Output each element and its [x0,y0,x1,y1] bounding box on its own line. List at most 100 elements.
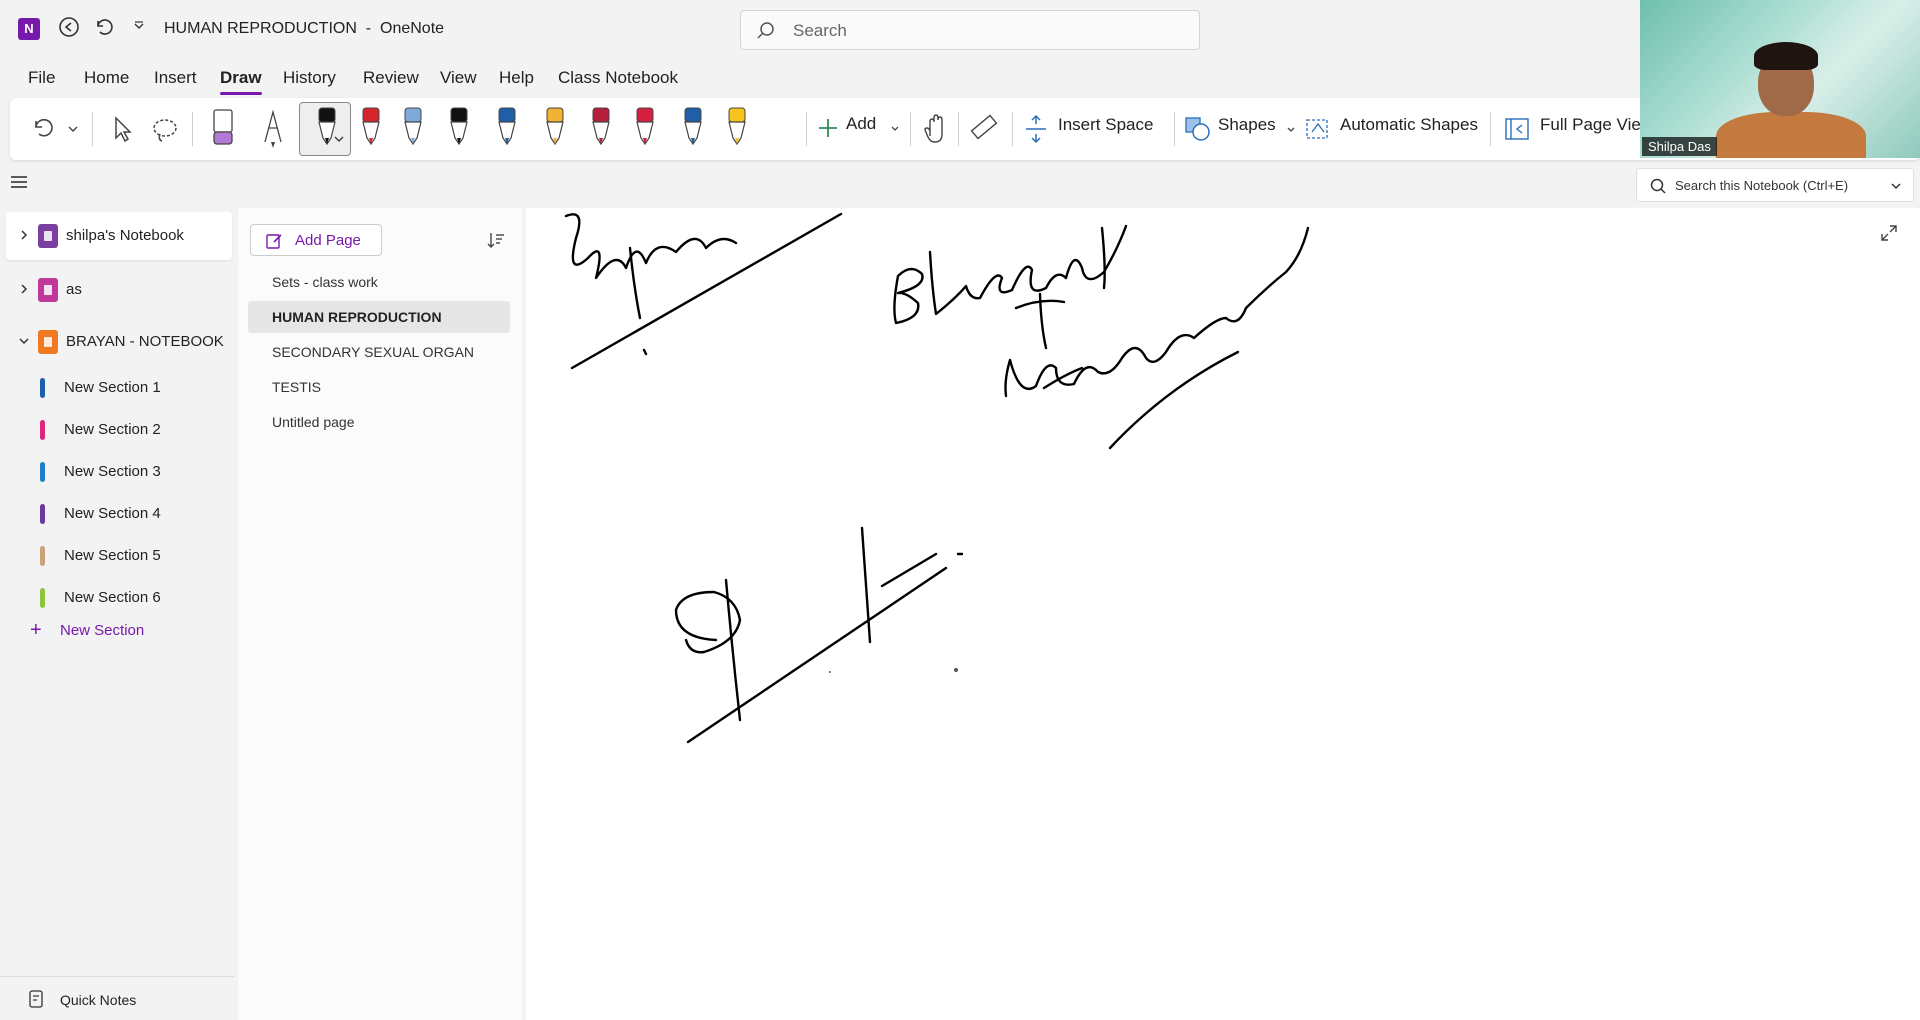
notebook-label: as [66,281,82,298]
chevron-down-icon[interactable] [333,132,345,144]
section-item-new-section-5[interactable]: New Section 5 [40,538,230,574]
ink-dot [954,668,958,672]
ruler-icon[interactable] [968,106,998,152]
participant-name-tag: Shilpa Das [1642,137,1717,156]
pan-hand-icon[interactable] [920,106,950,152]
section-color-tab [40,504,45,524]
plus-icon: + [30,619,42,641]
section-item-new-section-4[interactable]: New Section 4 [40,496,230,532]
toolbar-divider [1490,112,1491,146]
add-pen-button[interactable]: Add [810,106,906,152]
undo-dropdown-chevron-icon[interactable] [66,106,80,152]
section-item-new-section-2[interactable]: New Section 2 [40,412,230,448]
chevron-right-icon[interactable] [18,229,30,241]
plus-icon [819,119,837,137]
chevron-down-icon[interactable] [18,335,30,347]
notebook-label: BRAYAN - NOTEBOOK [66,333,224,350]
notebook-search-placeholder: Search this Notebook (Ctrl+E) [1675,178,1849,193]
ink-stroke [1108,350,1240,450]
back-icon[interactable] [56,16,82,42]
page-label: Sets - class work [272,274,378,290]
lasso-select-icon[interactable] [150,106,180,152]
pen-tool-icon[interactable] [588,106,614,152]
customize-quick-access-icon[interactable] [126,16,152,42]
ribbon-tabs: File Home Insert Draw History Review Vie… [0,62,1640,96]
notebook-icon [38,330,58,354]
tab-help[interactable]: Help [499,68,534,88]
quick-notes-button[interactable]: Quick Notes [0,976,234,1020]
ink-stroke [724,578,742,722]
page-pane: Add Page Sets - class work HUMAN REPRODU… [238,208,522,1020]
video-call-thumbnail[interactable]: Shilpa Das [1640,0,1920,158]
tab-draw[interactable]: Draw [220,68,262,95]
page-item[interactable]: Untitled page [248,406,510,438]
hamburger-menu-icon[interactable] [10,174,28,190]
eraser-icon[interactable] [210,106,236,152]
section-color-tab [40,588,45,608]
pen-tool-icon[interactable] [542,106,568,152]
page-label: TESTIS [272,379,322,395]
section-item-new-section-1[interactable]: New Section 1 [40,370,230,406]
chevron-down-icon [1287,127,1295,132]
section-label: New Section 3 [64,463,161,480]
pen-tool-icon[interactable] [314,106,340,152]
pen-tool-icon[interactable] [632,106,658,152]
ink-stroke [628,246,642,320]
handwritten-ink-drawing [564,212,1310,744]
undo-button[interactable] [28,106,56,152]
pen-tool-icon[interactable] [680,106,706,152]
undo-icon[interactable] [90,16,116,42]
ink-stroke [893,267,924,325]
insert-space-button[interactable]: Insert Space [1024,106,1170,152]
pen-tool-icon[interactable] [400,106,426,152]
search-input[interactable]: Search [740,10,1200,50]
page-item[interactable]: SECONDARY SEXUAL ORGAN [248,336,510,368]
insert-space-label: Insert Space [1058,115,1154,134]
pen-tool-icon[interactable] [494,106,520,152]
page-item[interactable]: TESTIS [248,371,510,403]
shapes-button[interactable]: Shapes [1184,106,1300,152]
add-page-button[interactable]: Add Page [250,224,382,256]
notebook-item-brayan-notebook[interactable]: BRAYAN - NOTEBOOK [6,318,232,366]
full-page-view-label: Full Page View [1540,115,1654,134]
tab-view[interactable]: View [440,68,477,88]
automatic-shapes-button[interactable]: Automatic Shapes [1304,106,1500,152]
notebook-search-input[interactable]: Search this Notebook (Ctrl+E) [1636,168,1914,202]
notebook-item-as[interactable]: as [6,266,232,314]
text-to-ink-pen-icon[interactable] [260,106,286,152]
tab-history[interactable]: History [283,68,336,88]
section-item-new-section-3[interactable]: New Section 3 [40,454,230,490]
notebook-label: shilpa's Notebook [66,227,184,244]
tab-home[interactable]: Home [84,68,129,88]
add-page-label: Add Page [295,232,361,249]
tab-class-notebook[interactable]: Class Notebook [558,68,678,88]
automatic-shapes-icon [1306,119,1328,139]
full-page-view-icon [1505,118,1529,140]
page-item[interactable]: Sets - class work [248,266,510,298]
page-item-active[interactable]: HUMAN REPRODUCTION [248,301,510,333]
expand-icon[interactable] [1880,224,1898,242]
participant-body [1716,112,1866,158]
add-pen-label: Add [846,114,877,133]
select-cursor-icon[interactable] [108,106,134,152]
toolbar-divider [92,112,93,146]
note-canvas[interactable] [526,208,1920,1020]
tab-insert[interactable]: Insert [154,68,197,88]
search-icon [1650,178,1666,194]
tab-file[interactable]: File [28,68,55,88]
pen-tool-icon[interactable] [358,106,384,152]
sort-pages-icon[interactable] [486,230,506,250]
onenote-logo-icon: N [18,18,40,40]
search-placeholder: Search [793,21,847,40]
chevron-right-icon[interactable] [18,283,30,295]
tab-review[interactable]: Review [363,68,419,88]
notebook-item-shilpas-notebook[interactable]: shilpa's Notebook [6,212,232,260]
pen-tool-icon[interactable] [724,106,750,152]
section-item-new-section-6[interactable]: New Section 6 [40,580,230,616]
quick-notes-label: Quick Notes [60,992,137,1008]
toolbar-divider [958,112,959,146]
add-page-icon [266,234,282,249]
chevron-down-icon[interactable] [1889,179,1903,193]
pen-tool-icon[interactable] [446,106,472,152]
ink-stroke [1100,226,1106,290]
